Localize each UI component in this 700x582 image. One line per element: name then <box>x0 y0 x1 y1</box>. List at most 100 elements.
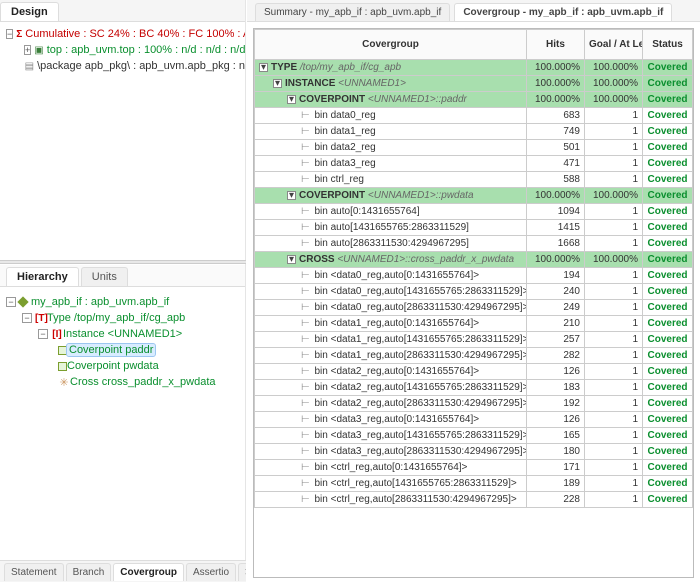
hier-cross[interactable]: ✳ Cross cross_paddr_x_pwdata <box>6 374 245 390</box>
pkg-row-label: \package apb_pkg\ : apb_uvm.apb_pkg : n <box>37 60 245 72</box>
col-hits[interactable]: Hits <box>527 30 585 60</box>
col-status[interactable]: Status <box>643 30 693 60</box>
tab-summary[interactable]: Summary - my_apb_if : apb_uvm.apb_if <box>255 3 450 21</box>
tab-assertion[interactable]: Assertio <box>186 563 236 581</box>
tab-design[interactable]: Design <box>0 2 59 21</box>
table-row[interactable]: ⊢ bin data2_reg5011Covered <box>255 140 693 156</box>
group-kind: CROSS <box>299 254 337 265</box>
design-tree-root[interactable]: − Σ Cumulative : SC 24% : BC 40% : FC 10… <box>6 26 245 42</box>
tab-hierarchy[interactable]: Hierarchy <box>6 267 79 286</box>
cell-hits: 126 <box>527 364 585 380</box>
table-row[interactable]: ⊢ bin <data1_reg,auto[0:1431655764]>2101… <box>255 316 693 332</box>
table-row[interactable]: ⊢ bin auto[1431655765:2863311529]14151Co… <box>255 220 693 236</box>
bottom-tabbar: Statement Branch Covergroup Assertio > <box>0 560 246 582</box>
sigma-icon: Σ <box>16 29 22 40</box>
table-row[interactable]: ⊢ bin <data1_reg,auto[2863311530:4294967… <box>255 348 693 364</box>
table-row[interactable]: ⊢ bin <data0_reg,auto[0:1431655764]>1941… <box>255 268 693 284</box>
module-icon: ▣ <box>34 45 43 56</box>
tab-branch[interactable]: Branch <box>66 563 112 581</box>
leaf-icon: ⊢ <box>301 158 313 169</box>
table-row[interactable]: ⊢ bin ctrl_reg5881Covered <box>255 172 693 188</box>
table-row[interactable]: ⊢ bin auto[0:1431655764]10941Covered <box>255 204 693 220</box>
cell-status: Covered <box>643 108 693 124</box>
cell-name: ▾INSTANCE <UNNAMED1> <box>255 76 527 92</box>
leaf-icon: ⊢ <box>301 478 313 489</box>
design-tree-top[interactable]: + ▣ top : apb_uvm.top : 100% : n/d : n/d… <box>6 42 245 58</box>
table-row[interactable]: ⊢ bin <data3_reg,auto[1431655765:2863311… <box>255 428 693 444</box>
table-row[interactable]: ⊢ bin <data2_reg,auto[1431655765:2863311… <box>255 380 693 396</box>
cell-goal: 1 <box>585 268 643 284</box>
cell-hits: 100.000% <box>527 252 585 268</box>
tab-covergroup[interactable]: Covergroup <box>113 563 184 581</box>
expander-icon[interactable]: − <box>6 297 16 307</box>
expander-icon[interactable]: − <box>6 29 13 39</box>
col-covergroup[interactable]: Covergroup <box>255 30 527 60</box>
bin-label: bin <data0_reg,auto[0:1431655764]> <box>315 270 480 281</box>
hier-coverpoint-paddr[interactable]: Coverpoint paddr <box>6 342 245 358</box>
expander-icon[interactable]: + <box>24 45 31 55</box>
table-row[interactable]: ⊢ bin data3_reg4711Covered <box>255 156 693 172</box>
table-row[interactable]: ⊢ bin <ctrl_reg,auto[2863311530:42949672… <box>255 492 693 508</box>
cell-status: Covered <box>643 428 693 444</box>
hier-instance[interactable]: − [I] Instance <UNNAMED1> <box>6 326 245 342</box>
hier-root[interactable]: − my_apb_if : apb_uvm.apb_if <box>6 294 245 310</box>
collapse-icon[interactable]: ▾ <box>287 255 296 264</box>
cell-goal: 100.000% <box>585 76 643 92</box>
cell-name: ⊢ bin auto[2863311530:4294967295] <box>255 236 527 252</box>
bin-label: bin ctrl_reg <box>315 174 364 185</box>
collapse-icon[interactable]: ▾ <box>287 191 296 200</box>
cell-name: ⊢ bin data1_reg <box>255 124 527 140</box>
hier-coverpoint-pwdata[interactable]: Coverpoint pwdata <box>6 358 245 374</box>
table-row[interactable]: ⊢ bin <data2_reg,auto[2863311530:4294967… <box>255 396 693 412</box>
table-row[interactable]: ▾COVERPOINT <UNNAMED1>::pwdata100.000%10… <box>255 188 693 204</box>
group-path: <UNNAMED1>::paddr <box>368 94 467 105</box>
tab-overflow[interactable]: > <box>238 563 246 581</box>
coverage-table: Covergroup Hits Goal / At Least Status ▾… <box>254 29 693 508</box>
cell-name: ⊢ bin <data3_reg,auto[1431655765:2863311… <box>255 428 527 444</box>
leaf-icon: ⊢ <box>301 238 313 249</box>
table-row[interactable]: ⊢ bin <data0_reg,auto[1431655765:2863311… <box>255 284 693 300</box>
table-row[interactable]: ⊢ bin <data2_reg,auto[0:1431655764]>1261… <box>255 364 693 380</box>
expander-icon[interactable]: − <box>38 329 48 339</box>
coverage-table-wrap[interactable]: Covergroup Hits Goal / At Least Status ▾… <box>253 28 694 578</box>
cell-goal: 1 <box>585 124 643 140</box>
bin-label: bin data0_reg <box>315 110 376 121</box>
tab-units[interactable]: Units <box>81 267 128 286</box>
table-row[interactable]: ▾COVERPOINT <UNNAMED1>::paddr100.000%100… <box>255 92 693 108</box>
table-row[interactable]: ⊢ bin data0_reg6831Covered <box>255 108 693 124</box>
design-tree-pkg[interactable]: ▤ \package apb_pkg\ : apb_uvm.apb_pkg : … <box>6 58 245 74</box>
instance-icon: [I] <box>51 329 63 340</box>
cell-status: Covered <box>643 92 693 108</box>
tab-statement[interactable]: Statement <box>4 563 64 581</box>
cell-status: Covered <box>643 76 693 92</box>
table-row[interactable]: ▾TYPE /top/my_apb_if/cg_apb100.000%100.0… <box>255 60 693 76</box>
cell-status: Covered <box>643 156 693 172</box>
table-row[interactable]: ▾CROSS <UNNAMED1>::cross_paddr_x_pwdata1… <box>255 252 693 268</box>
cell-goal: 1 <box>585 316 643 332</box>
leaf-icon: ⊢ <box>301 334 313 345</box>
tab-covergroup-detail[interactable]: Covergroup - my_apb_if : apb_uvm.apb_if <box>454 3 672 21</box>
table-row[interactable]: ⊢ bin <data0_reg,auto[2863311530:4294967… <box>255 300 693 316</box>
collapse-icon[interactable]: ▾ <box>259 63 268 72</box>
vertical-splitter[interactable] <box>0 260 246 264</box>
expander-icon[interactable]: − <box>22 313 32 323</box>
table-row[interactable]: ⊢ bin <data1_reg,auto[1431655765:2863311… <box>255 332 693 348</box>
bin-label: bin data3_reg <box>315 158 376 169</box>
table-row[interactable]: ⊢ bin <ctrl_reg,auto[0:1431655764]>1711C… <box>255 460 693 476</box>
hier-type[interactable]: − [T] Type /top/my_apb_if/cg_apb <box>6 310 245 326</box>
bin-label: bin <data2_reg,auto[2863311530:429496729… <box>315 398 527 409</box>
cell-status: Covered <box>643 380 693 396</box>
col-goal[interactable]: Goal / At Least <box>585 30 643 60</box>
collapse-icon[interactable]: ▾ <box>273 79 282 88</box>
cell-hits: 100.000% <box>527 188 585 204</box>
collapse-icon[interactable]: ▾ <box>287 95 296 104</box>
table-row[interactable]: ⊢ bin data1_reg7491Covered <box>255 124 693 140</box>
table-row[interactable]: ⊢ bin <data3_reg,auto[0:1431655764]>1261… <box>255 412 693 428</box>
cell-name: ▾COVERPOINT <UNNAMED1>::paddr <box>255 92 527 108</box>
table-row[interactable]: ⊢ bin <data3_reg,auto[2863311530:4294967… <box>255 444 693 460</box>
table-row[interactable]: ⊢ bin <ctrl_reg,auto[1431655765:28633115… <box>255 476 693 492</box>
cell-status: Covered <box>643 188 693 204</box>
leaf-icon: ⊢ <box>301 174 313 185</box>
table-row[interactable]: ▾INSTANCE <UNNAMED1>100.000%100.000%Cove… <box>255 76 693 92</box>
table-row[interactable]: ⊢ bin auto[2863311530:4294967295]16681Co… <box>255 236 693 252</box>
